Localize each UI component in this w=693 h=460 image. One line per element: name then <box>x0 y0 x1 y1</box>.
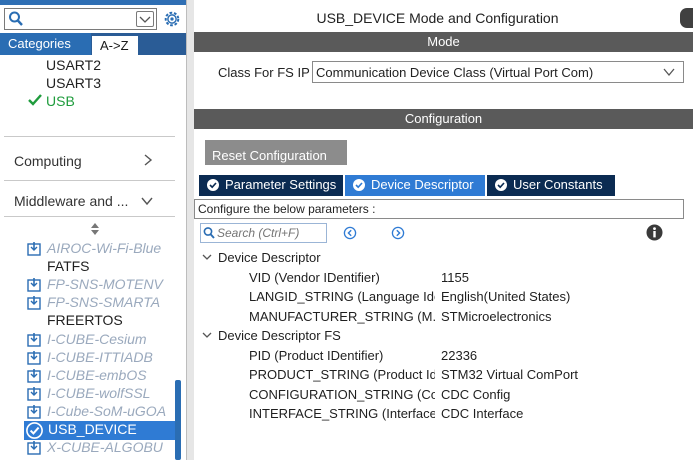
sidebar-search-row <box>0 5 186 33</box>
middleware-item-label: X-CUBE-ALGOBU <box>47 439 163 456</box>
panel-splitter[interactable] <box>186 0 194 460</box>
middleware-item-label: I-CUBE-embOS <box>47 366 147 383</box>
parameter-name[interactable]: PRODUCT_STRING (Product Id... <box>249 367 435 382</box>
middleware-item-label: I-CUBE-ITTIADB <box>47 348 153 365</box>
sidebar-scroll-thumb[interactable] <box>175 380 181 460</box>
mode-header: Mode <box>194 32 693 52</box>
configuration-header: Configuration <box>194 109 693 129</box>
parameter-value[interactable]: STM32 Virtual ComPort <box>441 367 578 382</box>
parameter-search-input[interactable] <box>217 226 322 240</box>
divider <box>4 136 182 137</box>
sidebar-item-label: USB <box>46 93 75 109</box>
category-middleware[interactable]: Middleware and ... <box>14 193 128 209</box>
middleware-item[interactable]: USB_DEVICE <box>24 421 181 440</box>
divider <box>4 216 182 217</box>
parameter-name[interactable]: PID (Product IDentifier) <box>249 348 435 363</box>
categories-panel: Categories A->Z USART2 USART3 USB Comput… <box>0 0 186 460</box>
middleware-item-label: I-Cube-SoM-uGOA <box>47 402 167 419</box>
sidebar-item-usart2[interactable]: USART2 <box>46 57 101 73</box>
page-title: USB_DEVICE Mode and Configuration <box>316 10 559 26</box>
parameter-value[interactable]: CDC Config <box>441 387 510 402</box>
class-for-fs-ip-label: Class For FS IP <box>218 65 310 80</box>
configure-parameters-bar: Configure the below parameters : <box>194 199 684 219</box>
parameter-name[interactable]: INTERFACE_STRING (Interface I... <box>249 406 435 421</box>
parameter-value[interactable]: CDC Interface <box>441 406 523 421</box>
parameter-value[interactable]: 1155 <box>441 270 469 285</box>
sidebar-search-input[interactable] <box>25 11 125 27</box>
category-computing[interactable]: Computing <box>14 153 82 169</box>
gear-icon[interactable] <box>163 10 181 28</box>
sort-icon[interactable] <box>90 223 100 235</box>
sidebar-search-box[interactable] <box>4 8 157 30</box>
check-circle-icon <box>26 422 43 439</box>
tab-categories[interactable]: Categories <box>0 33 91 55</box>
info-icon[interactable] <box>646 224 663 241</box>
cubemx-window: Categories A->Z USART2 USART3 USB Comput… <box>0 0 693 460</box>
check-circle-icon <box>353 179 365 191</box>
parameter-group-label: Device Descriptor <box>218 250 321 265</box>
tab-user-constants[interactable]: User Constants <box>487 175 615 196</box>
package-icon <box>27 296 41 310</box>
reset-configuration-button[interactable]: Reset Configuration <box>205 140 347 165</box>
next-match-icon[interactable] <box>391 226 405 240</box>
chevron-down-icon <box>202 332 212 338</box>
parameter-value[interactable]: STMicroelectronics <box>441 309 552 324</box>
parameter-group[interactable]: Device Descriptor FS <box>202 328 341 343</box>
divider <box>4 180 182 181</box>
chevron-right-icon[interactable] <box>143 154 153 166</box>
tab-label: Device Descriptor <box>371 177 474 192</box>
middleware-item-label: I-CUBE-Cesium <box>47 330 147 347</box>
middleware-item-label: FATFS <box>47 258 90 275</box>
chevron-down-icon <box>663 68 675 77</box>
middleware-item-label: USB_DEVICE <box>48 421 137 437</box>
check-circle-icon <box>495 179 507 191</box>
middleware-item-label: FP-SNS-MOTENV <box>47 276 163 293</box>
category-tabs: Categories A->Z <box>0 33 186 55</box>
sidebar-item-usart3[interactable]: USART3 <box>46 75 101 91</box>
tab-device-descriptor[interactable]: Device Descriptor <box>345 175 485 196</box>
middleware-item-label: FREERTOS <box>47 312 123 329</box>
parameter-name[interactable]: MANUFACTURER_STRING (M... <box>249 309 435 324</box>
sidebar-item-usb[interactable]: USB <box>28 93 75 109</box>
middleware-item-label: I-CUBE-wolfSSL <box>47 384 151 401</box>
package-icon <box>27 386 41 401</box>
chevron-down-icon <box>139 16 151 23</box>
previous-match-icon[interactable] <box>343 226 357 240</box>
parameter-search-box[interactable] <box>200 223 327 243</box>
class-for-fs-ip-select[interactable]: Communication Device Class (Virtual Port… <box>312 61 684 83</box>
package-icon <box>27 441 41 455</box>
parameter-value[interactable]: English(United States) <box>441 289 570 304</box>
tab-label: Parameter Settings <box>225 177 337 192</box>
parameter-name[interactable]: LANGID_STRING (Language Ide... <box>249 289 435 304</box>
package-icon <box>27 350 41 365</box>
chevron-down-icon <box>202 254 212 260</box>
check-circle-icon <box>207 179 219 191</box>
parameter-value[interactable]: 22336 <box>441 348 477 363</box>
search-icon <box>203 227 215 239</box>
package-icon <box>27 242 41 256</box>
check-icon <box>28 94 42 106</box>
middleware-item-label: AIROC-Wi-Fi-Blue <box>47 240 162 256</box>
parameter-group[interactable]: Device Descriptor <box>202 250 321 265</box>
parameter-name[interactable]: VID (Vendor IDentifier) <box>249 270 435 285</box>
parameter-name[interactable]: CONFIGURATION_STRING (Co... <box>249 387 435 402</box>
panel-handle[interactable] <box>680 8 693 28</box>
package-icon <box>27 278 41 292</box>
package-icon <box>27 368 41 383</box>
configuration-panel: USB_DEVICE Mode and Configuration Mode C… <box>194 0 693 460</box>
class-select-value: Communication Device Class (Virtual Port… <box>316 65 594 80</box>
parameter-group-label: Device Descriptor FS <box>218 328 341 343</box>
search-history-dropdown[interactable] <box>136 11 154 27</box>
search-icon <box>9 11 23 26</box>
tab-a-to-z[interactable]: A->Z <box>91 35 139 55</box>
package-icon <box>27 404 41 419</box>
tab-parameter-settings[interactable]: Parameter Settings <box>199 175 343 196</box>
chevron-down-icon[interactable] <box>141 196 153 206</box>
middleware-item-label: FP-SNS-SMARTA <box>47 294 161 311</box>
tab-label: User Constants <box>513 177 603 192</box>
package-icon <box>27 332 41 347</box>
